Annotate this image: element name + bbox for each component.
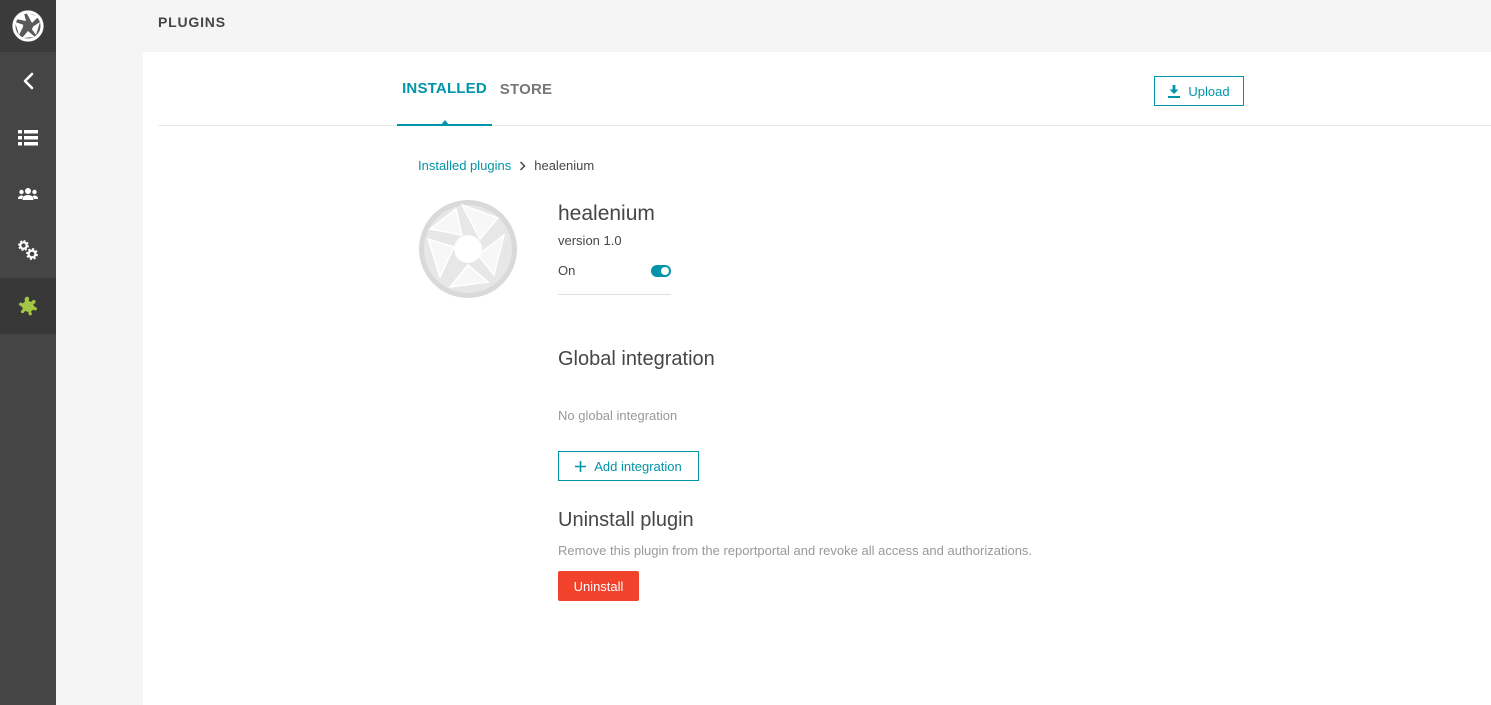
uninstall-description: Remove this plugin from the reportportal… [558,543,1033,558]
plugin-version: version 1.0 [558,233,622,248]
add-integration-label: Add integration [594,458,682,474]
add-integration-button[interactable]: Add integration [558,451,699,481]
upload-label: Upload [1188,83,1230,99]
sidebar-item-members[interactable] [0,166,56,222]
sidebar-item-plugins[interactable] [0,278,56,334]
global-integration-title: Global integration [558,348,715,370]
main-content: INSTALLED STORE Upload Installed plugins… [143,52,1491,705]
no-integration-text: No global integration [558,408,678,423]
users-icon [18,188,38,200]
plugin-name: healenium [558,202,655,225]
toggle-knob [661,267,669,275]
tab-store[interactable]: STORE [500,52,552,126]
plugin-status-row: On [558,263,671,295]
plugin-status-label: On [558,263,576,278]
uninstall-title: Uninstall plugin [558,509,694,531]
uninstall-button[interactable]: Uninstall [558,571,639,601]
gears-icon [18,240,38,260]
aperture-icon [419,200,517,298]
tabs-bar: INSTALLED STORE [158,52,1491,126]
upload-button[interactable]: Upload [1154,76,1244,106]
sidebar-back-button[interactable] [0,53,56,109]
breadcrumb: Installed plugins healenium [418,158,594,173]
list-icon [18,130,38,146]
plus-icon [575,460,587,472]
puzzle-icon [19,296,37,316]
chevron-right-icon [520,160,526,171]
chevron-left-icon [23,72,34,90]
sidebar-item-launches[interactable] [0,110,56,166]
sidebar [0,0,56,705]
download-icon [1168,84,1181,98]
aperture-icon [12,10,44,42]
page-header: PLUGINS [56,0,1491,52]
app-logo[interactable] [0,0,56,52]
tab-installed[interactable]: INSTALLED [397,52,492,126]
breadcrumb-current: healenium [534,158,595,173]
breadcrumb-installed-plugins[interactable]: Installed plugins [418,158,511,173]
sidebar-item-settings[interactable] [0,222,56,278]
page-title: PLUGINS [158,14,226,30]
plugin-enable-toggle[interactable] [651,265,671,277]
